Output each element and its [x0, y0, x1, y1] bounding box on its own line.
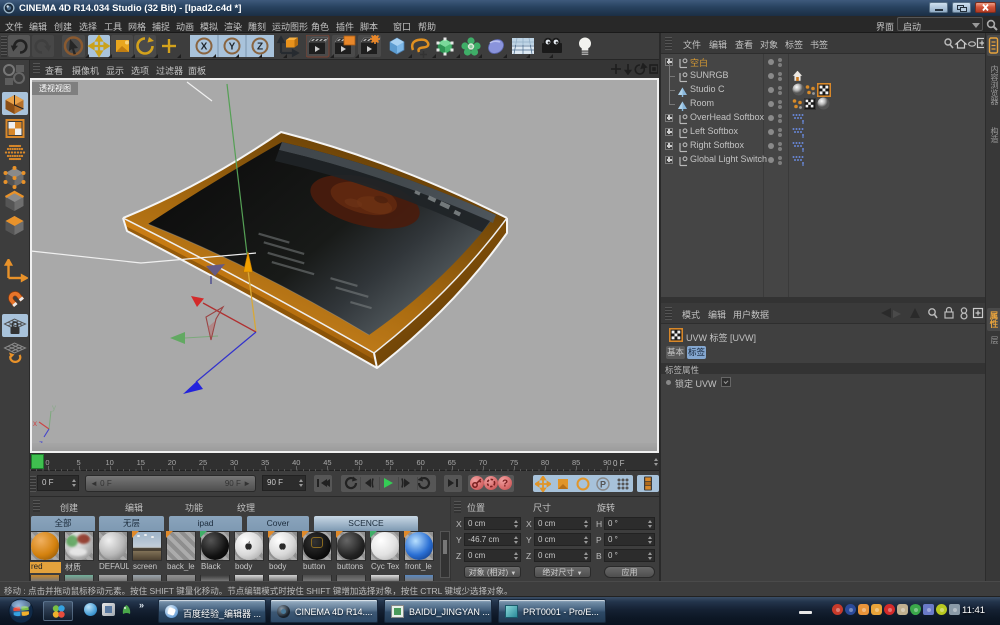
- svg-text:P: P: [600, 480, 606, 490]
- svg-text:x: x: [33, 419, 37, 428]
- svg-text:Z: Z: [257, 42, 263, 53]
- svg-text:y: y: [52, 403, 56, 412]
- svg-text:?: ?: [502, 479, 508, 490]
- svg-text:X: X: [201, 42, 208, 53]
- svg-text:Y: Y: [229, 42, 236, 53]
